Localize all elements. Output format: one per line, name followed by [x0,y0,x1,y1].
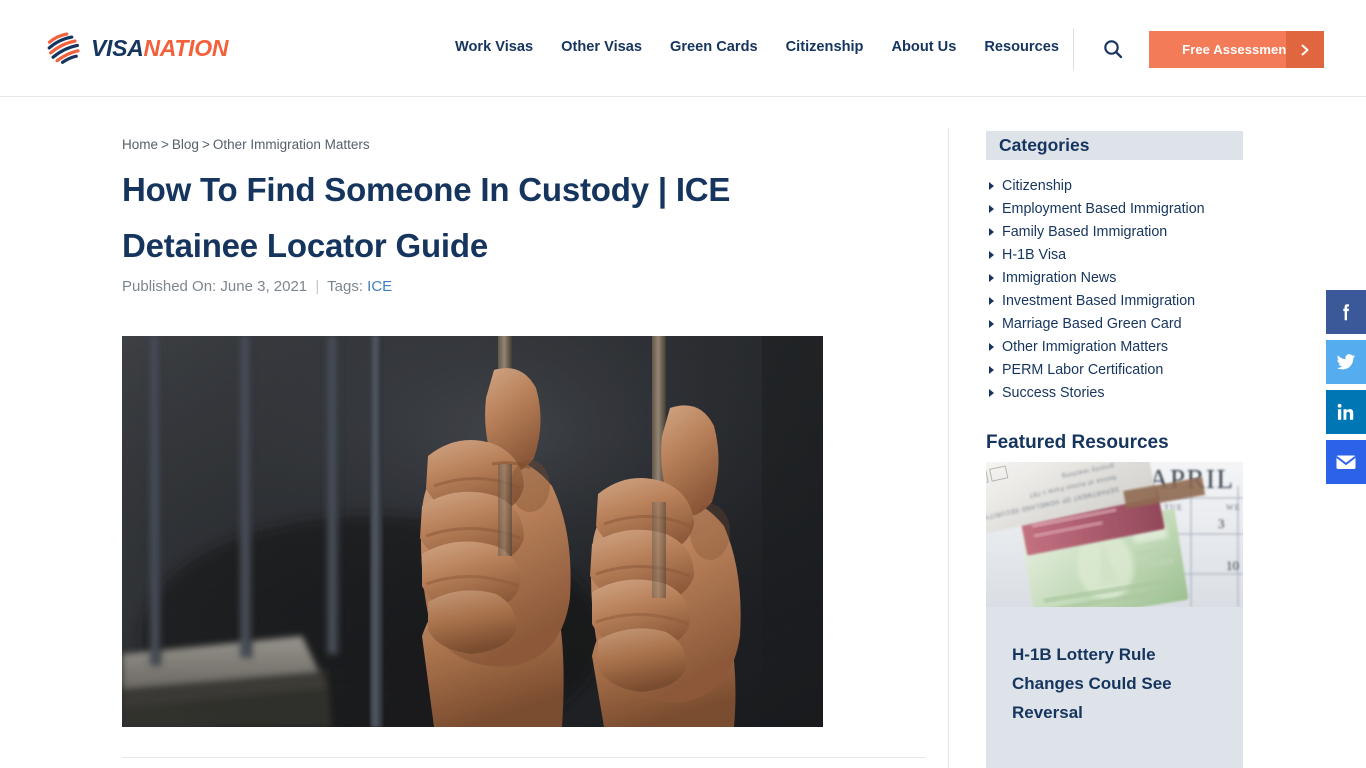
page-body: Home > Blog > Other Immigration Matters How … [0,97,1366,768]
categories-header: Categories [986,131,1243,160]
breadcrumb: Home > Blog > Other Immigration Matters [122,137,370,152]
share-email-button[interactable] [1326,440,1366,484]
nav-item-resources[interactable]: Resources [984,39,1059,55]
category-label: Other Immigration Matters [1002,338,1169,355]
twitter-icon [1335,351,1357,373]
tags-label: Tags: [327,278,363,295]
facebook-icon [1335,301,1357,323]
column-divider [948,128,949,768]
linkedin-icon [1335,401,1357,423]
triangle-bullet-icon [989,365,994,374]
breadcrumb-home[interactable]: Home [122,137,158,152]
triangle-bullet-icon [989,388,994,397]
tag-link-ice[interactable]: ICE [367,278,392,295]
triangle-bullet-icon [989,227,994,236]
header-divider [1073,28,1074,70]
breadcrumb-separator-2: > [201,137,210,152]
hero-image [122,336,823,727]
chevron-right-icon[interactable] [1286,31,1324,68]
categories-title: Categories [999,135,1090,155]
triangle-bullet-icon [989,181,994,190]
content-divider [122,757,925,758]
triangle-bullet-icon [989,204,994,213]
triangle-bullet-icon [989,250,994,259]
social-share-rail [1326,290,1366,490]
logo-text-visa: VISA [91,34,144,61]
featured-resource-image: APRIL TUE WE 2 3 10 [986,462,1243,607]
nav-item-about-us[interactable]: About Us [891,39,956,55]
triangle-bullet-icon [989,342,994,351]
sidebar-item-perm-labor-certification[interactable]: PERM Labor Certification [986,358,1243,381]
categories-list: Citizenship Employment Based Immigration… [986,174,1243,404]
sidebar-item-success-stories[interactable]: Success Stories [986,381,1243,404]
sidebar-item-h1b-visa[interactable]: H-1B Visa [986,243,1243,266]
sidebar-item-other-immigration-matters[interactable]: Other Immigration Matters [986,335,1243,358]
globe-stripes-icon [46,30,82,66]
page-title: How To Find Someone In Custody | ICE Det… [122,171,731,264]
share-facebook-button[interactable] [1326,290,1366,334]
breadcrumb-current: Other Immigration Matters [212,137,370,152]
category-label: Marriage Based Green Card [1002,315,1182,332]
featured-resource-card[interactable]: APRIL TUE WE 2 3 10 [986,462,1243,768]
sidebar-item-immigration-news[interactable]: Immigration News [986,266,1243,289]
published-date: June 3, 2021 [220,278,308,295]
logo-text-nation: NATION [143,34,229,61]
share-linkedin-button[interactable] [1326,390,1366,434]
category-label: Immigration News [1002,269,1117,286]
triangle-bullet-icon [989,319,994,328]
nav-item-other-visas[interactable]: Other Visas [561,39,642,55]
category-label: Investment Based Immigration [1002,292,1196,309]
category-label: PERM Labor Certification [1002,361,1164,378]
main-navigation: Work Visas Other Visas Green Cards Citiz… [455,39,1059,55]
nav-item-citizenship[interactable]: Citizenship [786,39,864,55]
category-label: H-1B Visa [1002,246,1067,263]
category-label: Family Based Immigration [1002,223,1168,240]
search-icon[interactable] [1101,37,1125,61]
nav-item-work-visas[interactable]: Work Visas [455,39,533,55]
site-header: VISANATION Work Visas Other Visas Green … [0,0,1366,97]
featured-resources-title: Featured Resources [986,432,1169,453]
free-assessment-label: Free Assessment [1182,42,1291,57]
sidebar-item-employment-based-immigration[interactable]: Employment Based Immigration [986,197,1243,220]
article-meta: Published On: June 3, 2021 | Tags: ICE [122,278,392,295]
site-logo[interactable]: VISANATION [46,30,228,66]
category-label: Success Stories [1002,384,1105,401]
sidebar-item-family-based-immigration[interactable]: Family Based Immigration [986,220,1243,243]
triangle-bullet-icon [989,296,994,305]
sidebar-item-investment-based-immigration[interactable]: Investment Based Immigration [986,289,1243,312]
category-label: Citizenship [1002,177,1072,194]
nav-item-green-cards[interactable]: Green Cards [670,39,758,55]
breadcrumb-blog[interactable]: Blog [172,137,199,152]
published-label: Published On: [122,278,217,295]
breadcrumb-separator-1: > [161,137,169,152]
meta-divider: | [315,278,320,295]
triangle-bullet-icon [989,273,994,282]
featured-resource-title[interactable]: H-1B Lottery Rule Changes Could See Reve… [986,607,1243,727]
sidebar-item-citizenship[interactable]: Citizenship [986,174,1243,197]
sidebar-item-marriage-based-green-card[interactable]: Marriage Based Green Card [986,312,1243,335]
category-label: Employment Based Immigration [1002,200,1205,217]
envelope-icon [1334,450,1358,474]
share-twitter-button[interactable] [1326,340,1366,384]
